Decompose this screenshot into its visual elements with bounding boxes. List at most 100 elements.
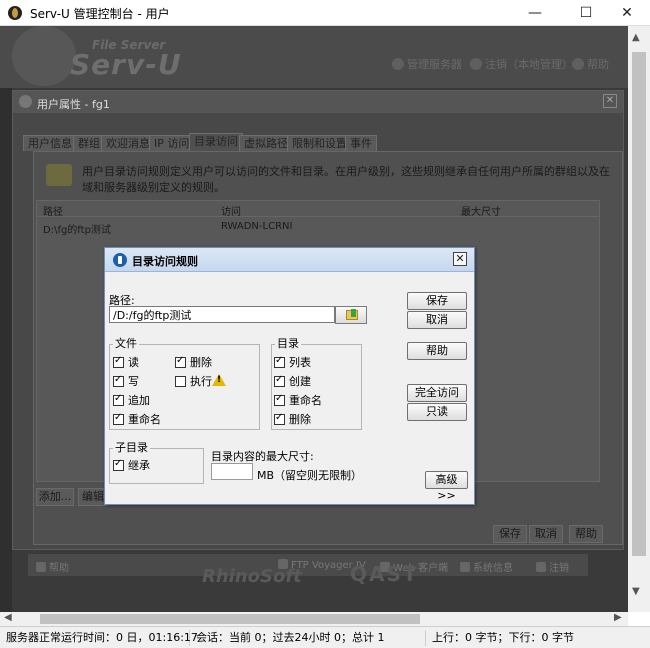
left-nav-strip [0,88,12,612]
dir-create-checkbox[interactable] [274,374,285,387]
table-cell-access: RWADN-LCRNI [221,221,293,232]
help-button[interactable]: 帮助 [407,342,467,360]
status-bar: 服务器正常运行时间：0 日，01:16:17 会话：当前 0；过去24小时 0；… [0,626,650,648]
tab-welcome-message[interactable]: 欢迎消息 [101,135,155,151]
tab-limits-settings[interactable]: 限制和设置 [287,135,352,151]
footer-system-info[interactable]: 系统信息 [460,559,513,574]
help-icon [572,58,584,70]
warning-icon [212,374,226,386]
dir-delete-checkbox[interactable] [274,412,285,425]
file-rename-checkbox[interactable] [113,412,124,425]
logout-icon [470,58,482,70]
rule-dialog-title: 目录访问规则 [132,255,198,268]
dir-delete-label: 删除 [289,413,311,426]
help-icon [36,562,46,572]
max-size-label: 目录内容的最大尺寸: [211,450,314,463]
footer-bar: 帮助 FTP Voyager JV Web 客户端 系统信息 注销 [28,554,588,576]
directories-group-title: 目录 [275,337,301,350]
subdirectories-group-title: 子目录 [113,441,150,454]
footer-logout[interactable]: 注销 [536,559,569,574]
directory-access-rule-dialog: 目录访问规则 ✕ 路径: 保存 取消 帮助 完全访问 只读 高级 >> 文件 读… [104,247,475,505]
file-execute-checkbox[interactable] [175,376,186,387]
minimize-button[interactable]: — [512,0,558,26]
rule-dialog-titlebar: 目录访问规则 [105,248,474,272]
horizontal-scrollbar[interactable]: ◀ ▶ [0,612,628,626]
help-link[interactable]: 帮助 [572,56,609,72]
max-size-input[interactable] [211,463,253,480]
logo-title: Serv-U [70,48,182,81]
user-save-button[interactable]: 保存 [493,525,527,543]
save-button[interactable]: 保存 [407,292,467,310]
dir-rename-checkbox[interactable] [274,393,285,406]
column-path[interactable]: 路径 [43,203,63,218]
tab-virtual-paths[interactable]: 虚拟路径 [239,135,293,151]
file-append-label: 追加 [128,394,150,407]
advanced-button[interactable]: 高级 >> [425,471,468,502]
user-dialog-titlebar: 用户属性 - fg1 ✕ [13,91,623,113]
logout-link[interactable]: 注销（本地管理） [470,56,573,72]
user-dialog-title: 用户属性 - fg1 [37,98,110,111]
serv-u-logo-icon [12,26,76,86]
window-title: Serv-U 管理控制台 - 用户 [30,7,170,21]
scroll-right-arrow-icon[interactable]: ▶ [614,612,622,623]
inherit-checkbox[interactable] [113,458,124,471]
maximize-button[interactable]: ☐ [563,0,609,26]
table-row[interactable]: D:\fg的ftp测试 [43,221,111,236]
path-input[interactable] [109,306,335,323]
scroll-left-arrow-icon[interactable]: ◀ [4,612,12,623]
user-cancel-button[interactable]: 取消 [529,525,563,543]
info-icon [460,562,470,572]
dir-list-checkbox[interactable] [274,355,285,368]
column-access[interactable]: 访问 [221,203,241,218]
file-append-checkbox[interactable] [113,393,124,406]
read-only-button[interactable]: 只读 [407,403,467,421]
logout-icon [536,562,546,572]
file-delete-label: 删除 [190,356,212,369]
tab-directory-access[interactable]: 目录访问 [189,133,243,151]
green-arrow-icon [351,309,356,317]
manage-server-link[interactable]: 管理服务器 [392,56,462,72]
serv-u-app-icon [8,6,22,20]
column-max-size[interactable]: 最大尺寸 [461,203,501,218]
user-dialog-close-button[interactable]: ✕ [603,94,617,108]
folder-rules-icon [46,164,72,186]
user-icon [19,95,32,108]
tab-ip-access[interactable]: IP 访问 [149,135,195,151]
tab-user-info[interactable]: 用户信息 [23,135,77,151]
rhinosoft-logo: RhinoSoft [202,566,302,587]
file-delete-checkbox[interactable] [175,355,186,368]
full-access-button[interactable]: 完全访问 [407,384,467,402]
info-icon [113,253,127,267]
header-banner: File Server Serv-U 管理服务器 注销（本地管理） 帮助 [0,26,628,88]
rule-dialog-close-button[interactable]: ✕ [453,252,467,266]
table-header: 路径 访问 最大尺寸 [37,201,599,218]
status-uptime: 服务器正常运行时间：0 日，01:16:17 [0,630,198,646]
cancel-button[interactable]: 取消 [407,311,467,329]
dir-create-label: 创建 [289,375,311,388]
vertical-scroll-thumb[interactable] [632,52,646,556]
tab-events[interactable]: 事件 [345,135,377,151]
server-icon [392,58,404,70]
max-size-unit: MB（留空则无限制） [257,469,363,482]
scroll-up-arrow-icon[interactable]: ▲ [632,32,640,43]
vertical-scrollbar[interactable]: ▲ ▼ [628,26,650,612]
scroll-down-arrow-icon[interactable]: ▼ [632,586,640,597]
file-execute-label: 执行 [190,375,212,388]
file-write-label: 写 [128,375,139,388]
close-button[interactable]: ✕ [604,0,650,26]
add-rule-button[interactable]: 添加... [36,488,74,506]
dir-rename-label: 重命名 [289,394,322,407]
footer-help[interactable]: 帮助 [36,559,69,574]
status-transfer: 上行：0 字节；下行：0 字节 [432,631,574,644]
file-read-checkbox[interactable] [113,355,124,368]
file-write-checkbox[interactable] [113,374,124,387]
user-help-button[interactable]: 帮助 [569,525,603,543]
inherit-label: 继承 [128,459,150,472]
horizontal-scroll-thumb[interactable] [40,614,420,624]
window-titlebar: Serv-U 管理控制台 - 用户 — ☐ ✕ [0,0,650,26]
status-sessions: 会话：当前 0；过去24小时 0；总计 1 [190,630,426,646]
browse-button[interactable] [335,306,367,324]
qast-logo: QAST [350,562,419,586]
file-rename-label: 重命名 [128,413,161,426]
files-group-title: 文件 [113,337,139,350]
